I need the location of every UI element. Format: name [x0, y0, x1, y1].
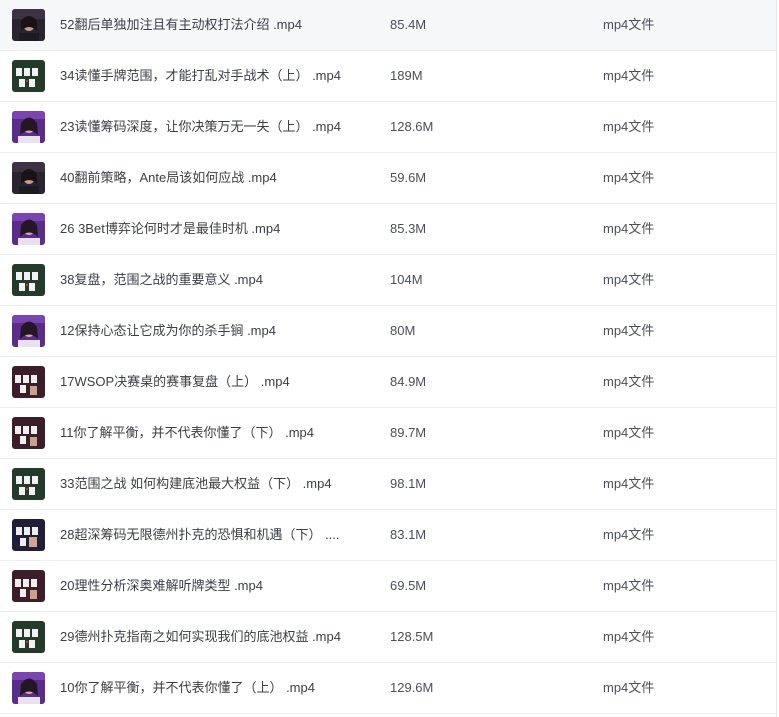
- file-type: mp4文件: [603, 425, 655, 440]
- cards-green-icon: [12, 621, 45, 653]
- file-type: mp4文件: [603, 68, 655, 83]
- video-thumbnail[interactable]: [12, 366, 45, 398]
- file-type: mp4文件: [603, 170, 655, 185]
- portrait-purple-icon: [12, 672, 45, 704]
- cards-green-icon: [12, 468, 45, 500]
- file-size: 85.3M: [390, 221, 427, 236]
- file-row[interactable]: 11你了解平衡，并不代表你懂了（下） .mp4 89.7M mp4文件: [0, 408, 776, 459]
- file-name[interactable]: 20理性分析深奥难解听牌类型 .mp4: [60, 577, 263, 595]
- file-size: 129.6M: [390, 680, 434, 695]
- file-type: mp4文件: [603, 119, 655, 134]
- file-size: 85.4M: [390, 17, 427, 32]
- file-size: 84.9M: [390, 374, 427, 389]
- video-thumbnail[interactable]: [12, 264, 45, 296]
- file-row[interactable]: 52翻后单独加注且有主动权打法介绍 .mp4 85.4M mp4文件: [0, 0, 776, 51]
- file-row[interactable]: 10你了解平衡，并不代表你懂了（上） .mp4 129.6M mp4文件: [0, 663, 776, 714]
- portrait-purple-icon: [12, 213, 45, 245]
- file-name[interactable]: 40翻前策略，Ante局该如何应战 .mp4: [60, 169, 277, 187]
- file-row[interactable]: 12保持心态让它成为你的杀手锏 .mp4 80M mp4文件: [0, 306, 776, 357]
- video-thumbnail[interactable]: [12, 162, 45, 194]
- file-row[interactable]: 40翻前策略，Ante局该如何应战 .mp4 59.6M mp4文件: [0, 153, 776, 204]
- portrait-purple-icon: [12, 111, 45, 143]
- video-thumbnail[interactable]: [12, 468, 45, 500]
- file-row[interactable]: 33范围之战 如何构建底池最大权益（下） .mp4 98.1M mp4文件: [0, 459, 776, 510]
- file-size: 80M: [390, 323, 416, 338]
- portrait-dark-icon: [12, 162, 45, 194]
- video-thumbnail[interactable]: [12, 621, 45, 653]
- video-thumbnail[interactable]: [12, 213, 45, 245]
- file-size: 69.5M: [390, 578, 427, 593]
- file-row[interactable]: 38复盘，范围之战的重要意义 .mp4 104M mp4文件: [0, 255, 776, 306]
- file-size: 59.6M: [390, 170, 427, 185]
- file-row[interactable]: 20理性分析深奥难解听牌类型 .mp4 69.5M mp4文件: [0, 561, 776, 612]
- file-name[interactable]: 28超深筹码无限德州扑克的恐惧和机遇（下） ....: [60, 526, 340, 544]
- video-thumbnail[interactable]: [12, 519, 45, 551]
- file-type: mp4文件: [603, 221, 655, 236]
- cards-green-icon: [12, 264, 45, 296]
- file-size: 98.1M: [390, 476, 427, 491]
- file-size: 89.7M: [390, 425, 427, 440]
- file-row[interactable]: 34读懂手牌范围，才能打乱对手战术（上） .mp4 189M mp4文件: [0, 51, 776, 102]
- file-name[interactable]: 26 3Bet博弈论何时才是最佳时机 .mp4: [60, 220, 280, 238]
- file-type: mp4文件: [603, 527, 655, 542]
- file-name[interactable]: 29德州扑克指南之如何实现我们的底池权益 .mp4: [60, 628, 341, 646]
- file-row[interactable]: 26 3Bet博弈论何时才是最佳时机 .mp4 85.3M mp4文件: [0, 204, 776, 255]
- file-name[interactable]: 10你了解平衡，并不代表你懂了（上） .mp4: [60, 679, 315, 697]
- file-size: 189M: [390, 68, 423, 83]
- file-size: 128.5M: [390, 629, 434, 644]
- file-name[interactable]: 34读懂手牌范围，才能打乱对手战术（上） .mp4: [60, 67, 341, 85]
- file-name[interactable]: 12保持心态让它成为你的杀手锏 .mp4: [60, 322, 276, 340]
- file-name[interactable]: 23读懂筹码深度，让你决策万无一失（上） .mp4: [60, 118, 341, 136]
- file-name[interactable]: 52翻后单独加注且有主动权打法介绍 .mp4: [60, 16, 302, 34]
- video-thumbnail[interactable]: [12, 60, 45, 92]
- portrait-dark-icon: [12, 9, 45, 41]
- file-type: mp4文件: [603, 17, 655, 32]
- cards-navy-icon: [12, 519, 45, 551]
- file-type: mp4文件: [603, 374, 655, 389]
- file-row[interactable]: 23读懂筹码深度，让你决策万无一失（上） .mp4 128.6M mp4文件: [0, 102, 776, 153]
- file-row[interactable]: 17WSOP决赛桌的赛事复盘（上） .mp4 84.9M mp4文件: [0, 357, 776, 408]
- file-name[interactable]: 33范围之战 如何构建底池最大权益（下） .mp4: [60, 475, 332, 493]
- file-name[interactable]: 11你了解平衡，并不代表你懂了（下） .mp4: [60, 424, 314, 442]
- cards-maroon-icon: [12, 366, 45, 398]
- file-type: mp4文件: [603, 272, 655, 287]
- video-thumbnail[interactable]: [12, 570, 45, 602]
- video-thumbnail[interactable]: [12, 315, 45, 347]
- video-thumbnail[interactable]: [12, 417, 45, 449]
- file-type: mp4文件: [603, 680, 655, 695]
- file-list: 52翻后单独加注且有主动权打法介绍 .mp4 85.4M mp4文件 34读懂手牌范围…: [0, 0, 777, 717]
- file-type: mp4文件: [603, 629, 655, 644]
- file-name[interactable]: 17WSOP决赛桌的赛事复盘（上） .mp4: [60, 373, 290, 391]
- file-type: mp4文件: [603, 578, 655, 593]
- file-name[interactable]: 38复盘，范围之战的重要意义 .mp4: [60, 271, 263, 289]
- video-thumbnail[interactable]: [12, 9, 45, 41]
- portrait-purple-icon: [12, 315, 45, 347]
- video-thumbnail[interactable]: [12, 672, 45, 704]
- video-thumbnail[interactable]: [12, 111, 45, 143]
- file-row[interactable]: 28超深筹码无限德州扑克的恐惧和机遇（下） .... 83.1M mp4文件: [0, 510, 776, 561]
- cards-green-icon: [12, 60, 45, 92]
- file-type: mp4文件: [603, 476, 655, 491]
- file-size: 128.6M: [390, 119, 434, 134]
- cards-maroon-icon: [12, 417, 45, 449]
- file-size: 83.1M: [390, 527, 427, 542]
- file-type: mp4文件: [603, 323, 655, 338]
- file-size: 104M: [390, 272, 423, 287]
- cards-maroon-icon: [12, 570, 45, 602]
- file-row[interactable]: 29德州扑克指南之如何实现我们的底池权益 .mp4 128.5M mp4文件: [0, 612, 776, 663]
